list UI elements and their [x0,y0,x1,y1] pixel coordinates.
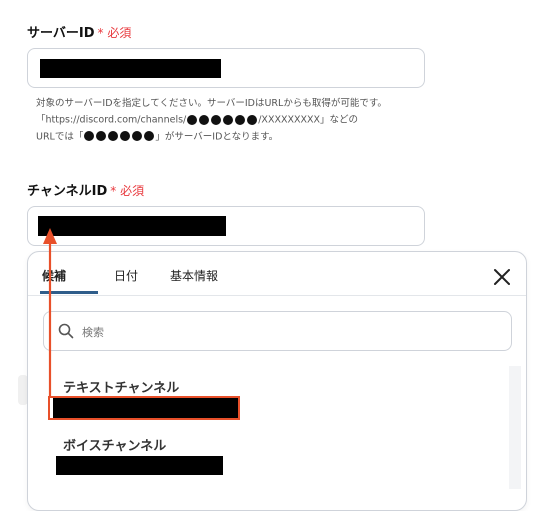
annotation-arrow-icon [43,228,57,397]
